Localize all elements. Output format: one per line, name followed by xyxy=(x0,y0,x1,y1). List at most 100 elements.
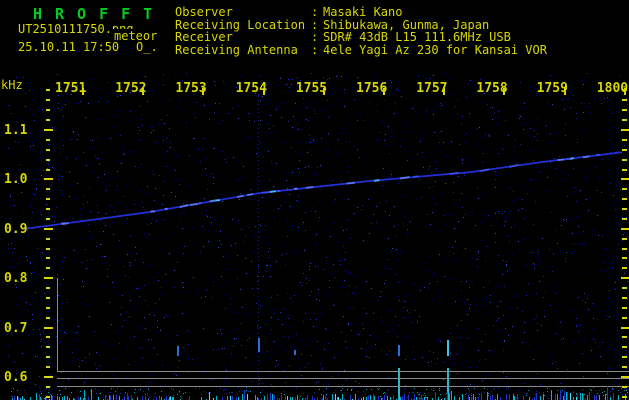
x-tick-mark-1757 xyxy=(443,88,446,95)
strip-bar xyxy=(435,392,436,400)
y-major-tick-left xyxy=(44,178,53,181)
y-minor-tick-right xyxy=(622,306,627,309)
carrier-highlight-segment xyxy=(276,189,281,193)
strip-bar xyxy=(543,393,544,400)
y-minor-tick-left xyxy=(46,267,50,270)
y-minor-tick-left xyxy=(46,99,50,102)
strip-bar xyxy=(255,394,256,400)
status-label: O_. xyxy=(136,40,158,54)
strip-bar xyxy=(350,394,351,400)
strip-bar xyxy=(523,396,524,400)
y-minor-tick-left xyxy=(46,366,50,369)
carrier-highlight-segment xyxy=(247,193,254,196)
strip-bar xyxy=(67,396,68,400)
strip-bar xyxy=(514,396,515,400)
y-major-tick-right xyxy=(621,376,629,378)
y-minor-tick-left xyxy=(46,119,50,122)
y-minor-tick-right xyxy=(622,119,627,122)
y-tick-label-0.8: 0.8 xyxy=(4,271,28,287)
carrier-polyline xyxy=(24,151,623,230)
strip-bar xyxy=(492,394,493,400)
carrier-highlight-segment xyxy=(179,204,189,209)
strip-bar xyxy=(438,396,439,400)
echo-mark-5 xyxy=(447,340,449,356)
strip-bar xyxy=(145,396,146,400)
strip-bar xyxy=(594,394,595,400)
y-minor-tick-left xyxy=(46,198,50,201)
strip-bar xyxy=(88,396,89,400)
y-minor-tick-right xyxy=(622,395,627,398)
strip-bar xyxy=(384,394,385,400)
strip-bar xyxy=(201,396,202,400)
x-tick-mark-1752 xyxy=(142,88,145,95)
echo-mark-2 xyxy=(294,350,296,355)
strip-bar xyxy=(267,394,268,400)
y-major-tick-left xyxy=(44,277,53,280)
strip-bar xyxy=(332,394,333,400)
strip-bar xyxy=(366,396,367,400)
strip-bar xyxy=(274,395,275,400)
strip-bar xyxy=(567,392,568,400)
strip-bar xyxy=(159,396,160,400)
carrier-highlight-segment xyxy=(269,190,276,193)
strip-bar xyxy=(416,396,417,400)
strip-bar xyxy=(404,393,405,400)
y-minor-tick-right xyxy=(622,247,627,250)
level-line-2 xyxy=(57,378,629,379)
carrier-highlight-segment xyxy=(582,155,590,159)
y-minor-tick-right xyxy=(622,316,627,319)
strip-bar xyxy=(281,394,282,400)
strip-bar xyxy=(370,395,371,400)
y-minor-tick-left xyxy=(46,247,50,250)
strip-bar xyxy=(481,393,482,400)
y-major-tick-right xyxy=(621,227,629,230)
strip-bar xyxy=(64,395,65,400)
strip-bar xyxy=(555,393,556,400)
x-tick-mark-1756 xyxy=(383,88,385,95)
strip-bar xyxy=(57,396,58,400)
y-tick-label-0.7: 0.7 xyxy=(4,320,28,336)
y-minor-tick-left xyxy=(46,168,50,171)
y-minor-tick-left xyxy=(46,148,50,151)
strip-bar xyxy=(570,393,571,400)
x-tick-mark-1751 xyxy=(82,88,84,95)
datetime-label: 25.10.11 17:50 xyxy=(18,40,120,54)
y-major-tick-right xyxy=(621,178,629,181)
y-minor-tick-right xyxy=(622,208,627,211)
y-minor-tick-left xyxy=(46,109,50,112)
carrier-highlight-segment xyxy=(480,168,490,172)
y-minor-tick-right xyxy=(622,99,627,102)
strip-bar xyxy=(116,395,117,400)
strip-bar xyxy=(368,396,369,400)
carrier-highlight-segment xyxy=(237,195,244,198)
carrier-highlight-segment xyxy=(346,181,356,185)
y-minor-tick-right xyxy=(622,346,627,349)
strip-bar xyxy=(560,389,561,400)
y-minor-tick-left xyxy=(46,296,50,299)
hrofft-screen: 1751 1752 1753 1754 1755 1756 1757 1758 1759 1800… xyxy=(0,0,629,400)
strip-bar xyxy=(490,396,491,400)
y-major-tick-left xyxy=(44,227,53,230)
x-tick-mark-1754 xyxy=(262,88,265,95)
y-minor-tick-left xyxy=(46,346,50,349)
info-separator-3: : xyxy=(311,42,319,57)
strip-bar xyxy=(509,393,510,400)
strip-bar xyxy=(272,394,273,400)
carrier-highlight-segment xyxy=(266,191,270,194)
echo-mark-4 xyxy=(398,368,400,400)
y-minor-tick-left xyxy=(46,89,50,92)
y-minor-tick-right xyxy=(622,336,627,339)
x-tick-mark-1759 xyxy=(563,88,566,95)
strip-bar xyxy=(170,396,171,400)
strip-bar xyxy=(312,396,313,400)
y-minor-tick-right xyxy=(622,296,627,299)
strip-bar xyxy=(110,396,111,400)
strip-bar xyxy=(22,396,23,400)
carrier-highlight-segment xyxy=(62,222,69,225)
strip-bar xyxy=(589,392,590,400)
strip-bar xyxy=(335,393,336,400)
y-major-tick-left xyxy=(44,376,53,378)
strip-bar xyxy=(599,394,600,400)
strip-bar xyxy=(506,393,507,400)
y-minor-tick-right xyxy=(622,287,627,290)
